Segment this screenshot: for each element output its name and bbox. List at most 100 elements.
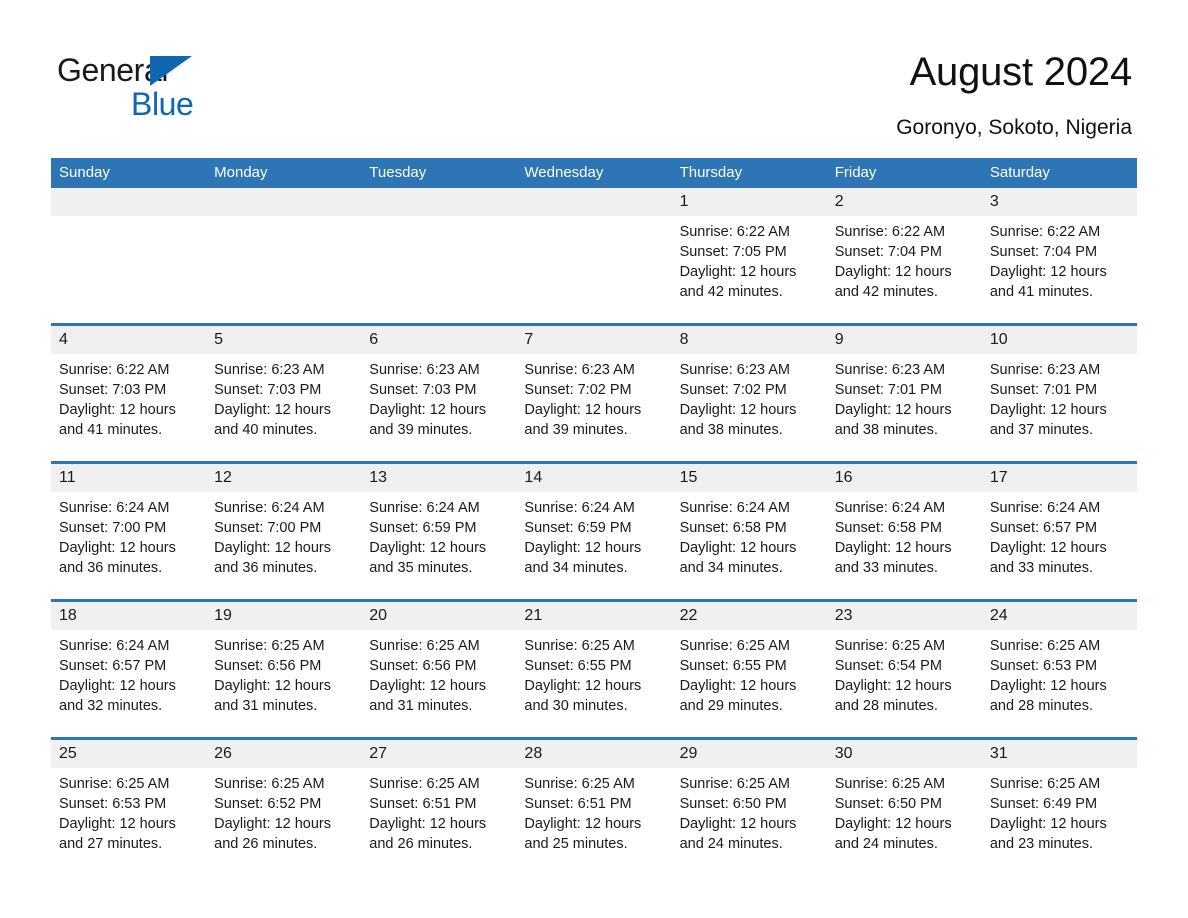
calendar-day-cell[interactable]: 22 Sunrise: 6:25 AM Sunset: 6:55 PM Dayligh… bbox=[671, 599, 827, 739]
sunset-text: Sunset: 6:58 PM bbox=[834, 520, 942, 536]
daylight-text-line1: Daylight: 12 hours bbox=[59, 402, 176, 418]
calendar-day-cell[interactable]: 16 Sunrise: 6:24 AM Sunset: 6:58 PM Dayligh… bbox=[826, 461, 982, 601]
sunrise-text: Sunrise: 6:24 AM bbox=[59, 500, 170, 516]
day-details: Sunrise: 6:22 AM Sunset: 7:04 PM Daylight:… bbox=[827, 216, 982, 302]
day-details bbox=[361, 216, 516, 222]
calendar-day-cell[interactable]: 24 Sunrise: 6:25 AM Sunset: 6:53 PM Dayligh… bbox=[981, 599, 1137, 739]
general-blue-logo: General Blue bbox=[57, 52, 317, 124]
calendar-day-cell[interactable]: 19 Sunrise: 6:25 AM Sunset: 6:56 PM Dayligh… bbox=[206, 599, 362, 739]
sunset-text: Sunset: 6:55 PM bbox=[679, 658, 787, 674]
calendar-day-cell[interactable]: 5 Sunrise: 6:23 AM Sunset: 7:03 PM Daylight… bbox=[206, 323, 362, 463]
calendar-day-cell[interactable]: 17 Sunrise: 6:24 AM Sunset: 6:57 PM Dayligh… bbox=[981, 461, 1137, 601]
logo-text-blue: Blue bbox=[131, 86, 194, 122]
sunrise-text: Sunrise: 6:22 AM bbox=[59, 362, 170, 378]
day-cell-inner: 31 Sunrise: 6:25 AM Sunset: 6:49 PM Dayligh… bbox=[981, 740, 1137, 875]
daylight-text-line2: and 40 minutes. bbox=[214, 422, 318, 438]
day-details bbox=[51, 216, 206, 222]
calendar-day-cell[interactable]: 21 Sunrise: 6:25 AM Sunset: 6:55 PM Dayligh… bbox=[516, 599, 672, 739]
calendar-day-cell[interactable]: 28 Sunrise: 6:25 AM Sunset: 6:51 PM Dayligh… bbox=[516, 737, 672, 875]
day-cell-inner: 19 Sunrise: 6:25 AM Sunset: 6:56 PM Dayligh… bbox=[206, 602, 362, 737]
day-number: 22 bbox=[671, 602, 827, 630]
location-subtitle: Goronyo, Sokoto, Nigeria bbox=[896, 116, 1132, 139]
day-cell-inner: 16 Sunrise: 6:24 AM Sunset: 6:58 PM Dayligh… bbox=[826, 464, 982, 599]
daylight-text-line1: Daylight: 12 hours bbox=[369, 678, 487, 694]
day-details: Sunrise: 6:25 AM Sunset: 6:56 PM Daylight:… bbox=[361, 630, 516, 716]
daylight-text-line2: and 25 minutes. bbox=[524, 836, 628, 852]
daylight-text-line2: and 34 minutes. bbox=[524, 560, 628, 576]
daylight-text-line2: and 31 minutes. bbox=[369, 698, 473, 714]
day-cell-inner: 8 Sunrise: 6:23 AM Sunset: 7:02 PM Daylight… bbox=[671, 326, 827, 461]
sunset-text: Sunset: 6:52 PM bbox=[214, 796, 322, 812]
daylight-text-line1: Daylight: 12 hours bbox=[679, 816, 797, 832]
daylight-text-line1: Daylight: 12 hours bbox=[679, 678, 797, 694]
day-cell-inner: 18 Sunrise: 6:24 AM Sunset: 6:57 PM Dayligh… bbox=[51, 602, 207, 737]
sunrise-text: Sunrise: 6:23 AM bbox=[679, 362, 790, 378]
sunset-text: Sunset: 7:03 PM bbox=[59, 382, 167, 398]
sunrise-text: Sunrise: 6:25 AM bbox=[834, 776, 946, 792]
day-number: 5 bbox=[206, 326, 362, 354]
day-cell-inner: 28 Sunrise: 6:25 AM Sunset: 6:51 PM Dayligh… bbox=[516, 740, 672, 875]
calendar-day-cell[interactable]: 26 Sunrise: 6:25 AM Sunset: 6:52 PM Dayligh… bbox=[206, 737, 362, 875]
weekday-header-friday: Friday bbox=[826, 158, 982, 188]
calendar-day-cell[interactable]: 30 Sunrise: 6:25 AM Sunset: 6:50 PM Dayligh… bbox=[826, 737, 982, 875]
calendar-week-row: 1 Sunrise: 6:22 AM Sunset: 7:05 PM Daylight… bbox=[51, 188, 1137, 325]
calendar-day-cell bbox=[516, 188, 672, 325]
day-cell-inner: 24 Sunrise: 6:25 AM Sunset: 6:53 PM Dayligh… bbox=[981, 602, 1137, 737]
calendar-day-cell[interactable]: 15 Sunrise: 6:24 AM Sunset: 6:58 PM Dayligh… bbox=[671, 461, 827, 601]
daylight-text-line1: Daylight: 12 hours bbox=[834, 540, 952, 556]
day-details: Sunrise: 6:23 AM Sunset: 7:02 PM Daylight:… bbox=[516, 354, 671, 440]
calendar-day-cell[interactable]: 1 Sunrise: 6:22 AM Sunset: 7:05 PM Daylight… bbox=[671, 188, 827, 325]
day-number bbox=[206, 188, 362, 216]
calendar-week-row: 18 Sunrise: 6:24 AM Sunset: 6:57 PM Dayligh… bbox=[51, 599, 1137, 739]
calendar-day-cell[interactable]: 13 Sunrise: 6:24 AM Sunset: 6:59 PM Dayligh… bbox=[361, 461, 517, 601]
calendar-day-cell[interactable]: 11 Sunrise: 6:24 AM Sunset: 7:00 PM Dayligh… bbox=[51, 461, 207, 601]
sunrise-text: Sunrise: 6:23 AM bbox=[834, 362, 946, 378]
daylight-text-line1: Daylight: 12 hours bbox=[214, 816, 332, 832]
calendar-day-cell[interactable]: 9 Sunrise: 6:23 AM Sunset: 7:01 PM Daylight… bbox=[826, 323, 982, 463]
calendar-day-cell[interactable]: 14 Sunrise: 6:24 AM Sunset: 6:59 PM Dayligh… bbox=[516, 461, 672, 601]
weekday-header-tuesday: Tuesday bbox=[361, 158, 517, 188]
daylight-text-line1: Daylight: 12 hours bbox=[834, 816, 952, 832]
daylight-text-line1: Daylight: 12 hours bbox=[524, 540, 642, 556]
day-cell-inner: 27 Sunrise: 6:25 AM Sunset: 6:51 PM Dayligh… bbox=[361, 740, 517, 875]
calendar-day-cell[interactable]: 6 Sunrise: 6:23 AM Sunset: 7:03 PM Daylight… bbox=[361, 323, 517, 463]
sunrise-text: Sunrise: 6:25 AM bbox=[989, 776, 1101, 792]
calendar-page: General Blue August 2024 Goronyo, Sokoto… bbox=[0, 0, 1188, 918]
calendar-day-cell[interactable]: 8 Sunrise: 6:23 AM Sunset: 7:02 PM Daylight… bbox=[671, 323, 827, 463]
calendar-day-cell[interactable]: 2 Sunrise: 6:22 AM Sunset: 7:04 PM Daylight… bbox=[826, 188, 982, 325]
sunset-text: Sunset: 6:56 PM bbox=[214, 658, 322, 674]
sunset-text: Sunset: 6:55 PM bbox=[524, 658, 632, 674]
sunset-text: Sunset: 6:57 PM bbox=[59, 658, 167, 674]
logo-triangle-icon bbox=[150, 56, 192, 86]
daylight-text-line2: and 28 minutes. bbox=[989, 698, 1094, 714]
day-cell-inner: 17 Sunrise: 6:24 AM Sunset: 6:57 PM Dayligh… bbox=[981, 464, 1137, 599]
daylight-text-line1: Daylight: 12 hours bbox=[834, 678, 952, 694]
day-number: 24 bbox=[981, 602, 1137, 630]
calendar-day-cell[interactable]: 10 Sunrise: 6:23 AM Sunset: 7:01 PM Dayligh… bbox=[981, 323, 1137, 463]
sunset-text: Sunset: 7:04 PM bbox=[834, 244, 942, 260]
sunrise-text: Sunrise: 6:24 AM bbox=[524, 500, 635, 516]
daylight-text-line1: Daylight: 12 hours bbox=[524, 678, 642, 694]
calendar-day-cell[interactable]: 4 Sunrise: 6:22 AM Sunset: 7:03 PM Daylight… bbox=[51, 323, 207, 463]
day-number: 18 bbox=[51, 602, 207, 630]
weekday-header-monday: Monday bbox=[206, 158, 362, 188]
sunset-text: Sunset: 6:53 PM bbox=[59, 796, 167, 812]
day-number: 7 bbox=[516, 326, 672, 354]
calendar-day-cell[interactable]: 18 Sunrise: 6:24 AM Sunset: 6:57 PM Dayligh… bbox=[51, 599, 207, 739]
day-details bbox=[516, 216, 671, 222]
calendar-day-cell[interactable]: 12 Sunrise: 6:24 AM Sunset: 7:00 PM Dayligh… bbox=[206, 461, 362, 601]
calendar-day-cell[interactable]: 3 Sunrise: 6:22 AM Sunset: 7:04 PM Daylight… bbox=[981, 188, 1137, 325]
day-number: 26 bbox=[206, 740, 362, 768]
daylight-text-line1: Daylight: 12 hours bbox=[834, 402, 952, 418]
calendar-day-cell[interactable]: 27 Sunrise: 6:25 AM Sunset: 6:51 PM Dayligh… bbox=[361, 737, 517, 875]
calendar-day-cell[interactable]: 20 Sunrise: 6:25 AM Sunset: 6:56 PM Dayligh… bbox=[361, 599, 517, 739]
calendar-day-cell[interactable]: 7 Sunrise: 6:23 AM Sunset: 7:02 PM Daylight… bbox=[516, 323, 672, 463]
calendar-day-cell[interactable]: 25 Sunrise: 6:25 AM Sunset: 6:53 PM Dayligh… bbox=[51, 737, 207, 875]
calendar-day-cell[interactable]: 29 Sunrise: 6:25 AM Sunset: 6:50 PM Dayligh… bbox=[671, 737, 827, 875]
day-number: 29 bbox=[671, 740, 827, 768]
sunset-text: Sunset: 7:04 PM bbox=[989, 244, 1098, 260]
day-cell-inner: 4 Sunrise: 6:22 AM Sunset: 7:03 PM Daylight… bbox=[51, 326, 207, 461]
calendar-day-cell[interactable]: 31 Sunrise: 6:25 AM Sunset: 6:49 PM Dayligh… bbox=[981, 737, 1137, 875]
daylight-text-line2: and 42 minutes. bbox=[834, 284, 938, 300]
calendar-day-cell[interactable]: 23 Sunrise: 6:25 AM Sunset: 6:54 PM Dayligh… bbox=[826, 599, 982, 739]
